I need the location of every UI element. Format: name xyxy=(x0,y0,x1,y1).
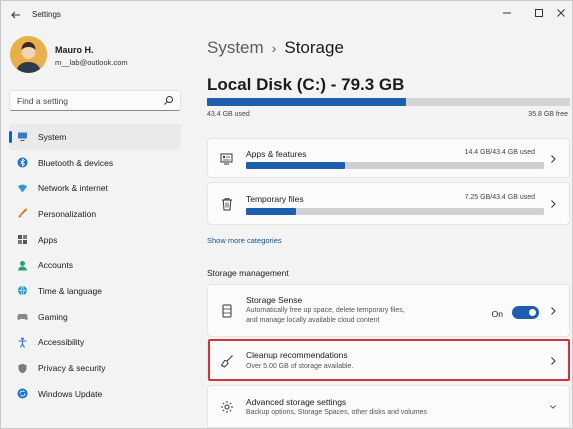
sidebar-item-label: Personalization xyxy=(38,208,97,219)
category-size: 7.25 GB/43.4 GB used xyxy=(464,194,535,201)
chevron-right-icon[interactable] xyxy=(549,306,557,316)
advanced-storage-settings-card[interactable]: Advanced storage settings Backup options… xyxy=(207,385,570,428)
category-usage-fill xyxy=(246,208,296,215)
sidebar-item-accounts[interactable]: Accounts xyxy=(9,252,181,278)
brush-icon xyxy=(17,208,28,219)
toggle-state-label: On xyxy=(491,309,503,319)
category-title: Apps & features xyxy=(246,149,307,159)
toggle-knob xyxy=(529,309,536,316)
gear-icon xyxy=(220,400,234,414)
maximize-icon[interactable] xyxy=(529,6,549,20)
shield-icon xyxy=(17,363,28,374)
advanced-desc: Backup options, Storage Spaces, other di… xyxy=(246,409,427,416)
sidebar-item-gaming[interactable]: Gaming xyxy=(9,304,181,330)
chevron-down-icon[interactable] xyxy=(549,402,557,412)
sidebar-item-label: Accessibility xyxy=(38,337,85,348)
gamepad-icon xyxy=(17,311,28,322)
category-usage-fill xyxy=(246,162,345,169)
show-more-categories-link[interactable]: Show more categories xyxy=(207,236,282,245)
sidebar-item-accessibility[interactable]: Accessibility xyxy=(9,330,181,356)
close-icon[interactable] xyxy=(551,6,571,20)
category-apps-features[interactable]: Apps & features 14.4 GB/43.4 GB used xyxy=(207,138,570,178)
sidebar-item-label: Accounts xyxy=(38,260,73,271)
sidebar-item-label: Bluetooth & devices xyxy=(38,157,114,168)
breadcrumb-parent[interactable]: System xyxy=(207,38,264,57)
drive-icon xyxy=(220,304,234,318)
bluetooth-icon xyxy=(17,157,28,168)
trash-icon xyxy=(220,197,234,211)
search-icon[interactable] xyxy=(163,95,174,106)
settings-window: Settings Mauro H. m__lab@outlook.com Fin… xyxy=(0,0,573,429)
sidebar-item-label: Privacy & security xyxy=(38,363,106,374)
chevron-right-icon xyxy=(549,199,557,209)
page-title: Storage xyxy=(284,38,344,57)
storage-sense-card[interactable]: Storage Sense Automatically free up spac… xyxy=(207,284,570,337)
minimize-icon[interactable] xyxy=(497,6,517,20)
cleanup-recommendations-card[interactable]: Cleanup recommendations Over 5.00 GB of … xyxy=(207,340,570,380)
sidebar-item-label: Windows Update xyxy=(38,388,103,399)
sidebar-item-label: Network & internet xyxy=(38,183,108,194)
sidebar-nav: System Bluetooth & devices Network & int… xyxy=(9,124,181,407)
storage-sense-desc-line2: and manage locally available cloud conte… xyxy=(246,317,380,324)
section-heading: Storage management xyxy=(207,268,289,278)
user-email: m__lab@outlook.com xyxy=(55,58,128,67)
sidebar-item-time-language[interactable]: Time & language xyxy=(9,278,181,304)
apps-features-icon xyxy=(220,152,234,166)
chevron-right-icon xyxy=(549,356,557,366)
breadcrumb-separator: › xyxy=(271,40,277,56)
sidebar-item-personalization[interactable]: Personalization xyxy=(9,201,181,227)
disk-usage-fill xyxy=(207,98,406,106)
storage-sense-title: Storage Sense xyxy=(246,295,303,305)
sidebar-item-system[interactable]: System xyxy=(9,124,181,150)
sidebar-item-label: Apps xyxy=(38,234,58,245)
title-bar: Settings xyxy=(1,1,572,29)
sidebar-item-apps[interactable]: Apps xyxy=(9,227,181,253)
cleanup-desc: Over 5.00 GB of storage available. xyxy=(246,363,354,370)
category-usage-bar xyxy=(246,162,544,169)
globe-icon xyxy=(17,285,28,296)
network-icon xyxy=(17,183,28,194)
sidebar-item-privacy[interactable]: Privacy & security xyxy=(9,355,181,381)
category-temporary-files[interactable]: Temporary files 7.25 GB/43.4 GB used xyxy=(207,182,570,225)
search-input[interactable]: Find a setting xyxy=(17,96,68,106)
advanced-title: Advanced storage settings xyxy=(246,397,347,407)
update-icon xyxy=(17,388,28,399)
sidebar-item-bluetooth[interactable]: Bluetooth & devices xyxy=(9,150,181,176)
breadcrumb: System › Storage xyxy=(207,38,344,58)
sidebar-item-label: Gaming xyxy=(38,311,68,322)
cleanup-title: Cleanup recommendations xyxy=(246,350,348,360)
accessibility-icon xyxy=(17,337,28,348)
sidebar-item-label: System xyxy=(38,131,67,142)
sidebar-item-windows-update[interactable]: Windows Update xyxy=(9,381,181,407)
disk-free-label: 35.8 GB free xyxy=(528,111,568,118)
disk-used-label: 43.4 GB used xyxy=(207,111,250,118)
app-title: Settings xyxy=(32,10,61,19)
user-name: Mauro H. xyxy=(55,45,94,55)
storage-sense-desc-line1: Automatically free up space, delete temp… xyxy=(246,307,405,314)
accounts-icon xyxy=(17,260,28,271)
apps-icon xyxy=(17,234,28,245)
avatar[interactable] xyxy=(10,36,47,73)
search-box[interactable]: Find a setting xyxy=(9,90,181,111)
chevron-right-icon xyxy=(549,154,557,164)
sidebar-item-label: Time & language xyxy=(38,285,102,296)
category-title: Temporary files xyxy=(246,194,304,204)
selection-indicator xyxy=(9,131,12,143)
sidebar-item-network[interactable]: Network & internet xyxy=(9,175,181,201)
back-arrow-icon[interactable] xyxy=(9,8,23,22)
disk-usage-bar xyxy=(207,98,570,106)
broom-icon xyxy=(220,354,234,368)
system-icon xyxy=(17,131,28,142)
disk-title: Local Disk (C:) - 79.3 GB xyxy=(207,75,405,94)
category-size: 14.4 GB/43.4 GB used xyxy=(464,149,535,156)
category-usage-bar xyxy=(246,208,544,215)
storage-sense-toggle[interactable] xyxy=(512,306,539,319)
